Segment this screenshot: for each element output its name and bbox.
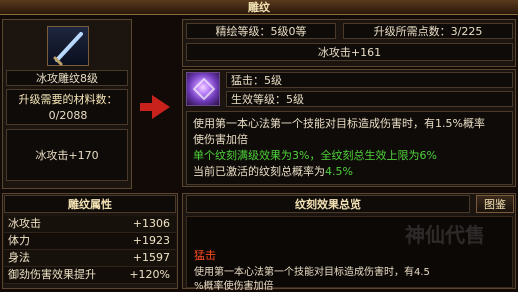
- item-name-box: 冰攻雕纹8级: [6, 70, 128, 86]
- item-effect-text: 冰攻击+170: [35, 149, 99, 162]
- attribute-value: +1923: [132, 234, 170, 247]
- level-text: 精绘等级：5级0等: [215, 25, 307, 38]
- watermark-text: 神仙代售: [405, 223, 485, 247]
- desc-line1: 使用第一本心法第一个技能对目标造成伤害时，有1.5%概率: [193, 117, 485, 130]
- attack-box: 冰攻击+161: [186, 43, 513, 61]
- codex-button-label: 图鉴: [484, 198, 506, 211]
- desc-line2: 使伤害加倍: [193, 133, 248, 146]
- attribute-row: 御劲伤害效果提升 +120%: [4, 267, 176, 284]
- attribute-row: 冰攻击 +1306: [4, 216, 176, 233]
- skill-description: 使用第一本心法第一个技能对目标造成伤害时，有1.5%概率 使伤害加倍 单个纹刻满…: [186, 111, 513, 185]
- item-icon-slot[interactable]: [47, 26, 89, 66]
- attribute-label: 体力: [8, 234, 30, 247]
- attribute-value: +120%: [129, 268, 170, 281]
- attributes-title: 雕纹属性: [68, 198, 112, 211]
- upgrade-arrow-icon: [140, 95, 170, 119]
- level-box: 精绘等级：5级0等: [186, 23, 336, 39]
- skill-line1-box: 猛击：5级: [226, 72, 513, 88]
- attribute-value: +1306: [132, 217, 170, 230]
- gem-glyph: [192, 77, 216, 101]
- attribute-label: 身法: [8, 251, 30, 264]
- skill-line2: 生效等级：5级: [231, 93, 304, 106]
- effects-title: 纹刻效果总览: [295, 198, 361, 211]
- effects-desc-line2: %概率使伤害加倍: [194, 281, 274, 292]
- arrow-head: [152, 95, 170, 119]
- effects-desc-line1: 使用第一本心法第一个技能对目标造成伤害时，有4.5: [194, 267, 430, 278]
- desc-line3: 单个纹刻满级效果为3%，全纹刻总生效上限为6%: [193, 149, 437, 162]
- effects-skill-name: 猛击: [194, 249, 216, 262]
- window-title: 雕纹: [248, 1, 270, 14]
- window-title-bar: 雕纹: [0, 0, 518, 15]
- watermark: 神仙代售: [372, 218, 518, 252]
- desc-line4-value: 4.5%: [325, 165, 353, 178]
- points-text: 升级所需点数：3/225: [373, 25, 483, 38]
- codex-button[interactable]: 图鉴: [476, 195, 514, 213]
- skill-line2-box: 生效等级：5级: [226, 91, 513, 107]
- skill-gem-icon[interactable]: [186, 72, 220, 106]
- desc-line4-prefix: 当前已激活的纹刻总概率为: [193, 165, 325, 178]
- attributes-title-box: 雕纹属性: [4, 195, 176, 213]
- materials-value: 0/2088: [48, 109, 88, 122]
- points-box: 升级所需点数：3/225: [343, 23, 513, 39]
- effects-title-box: 纹刻效果总览: [186, 195, 470, 213]
- attack-text: 冰攻击+161: [317, 46, 382, 59]
- attribute-value: +1597: [132, 251, 170, 264]
- attribute-row: 体力 +1923: [4, 233, 176, 250]
- ice-sword-icon: [53, 32, 83, 66]
- item-name: 冰攻雕纹8级: [36, 72, 98, 85]
- item-effect-box: 冰攻击+170: [6, 129, 128, 181]
- materials-box: 升级需要的材料数： 0/2088: [6, 89, 128, 125]
- attribute-row: 身法 +1597: [4, 250, 176, 267]
- attributes-list: 冰攻击 +1306 体力 +1923 身法 +1597 御劲伤害效果提升 +12…: [4, 216, 176, 288]
- skill-line1: 猛击：5级: [231, 74, 282, 87]
- desc-line4: 当前已激活的纹刻总概率为4.5%: [193, 164, 506, 180]
- materials-label: 升级需要的材料数：: [18, 93, 118, 106]
- attribute-label: 御劲伤害效果提升: [8, 268, 96, 281]
- attribute-label: 冰攻击: [8, 217, 41, 230]
